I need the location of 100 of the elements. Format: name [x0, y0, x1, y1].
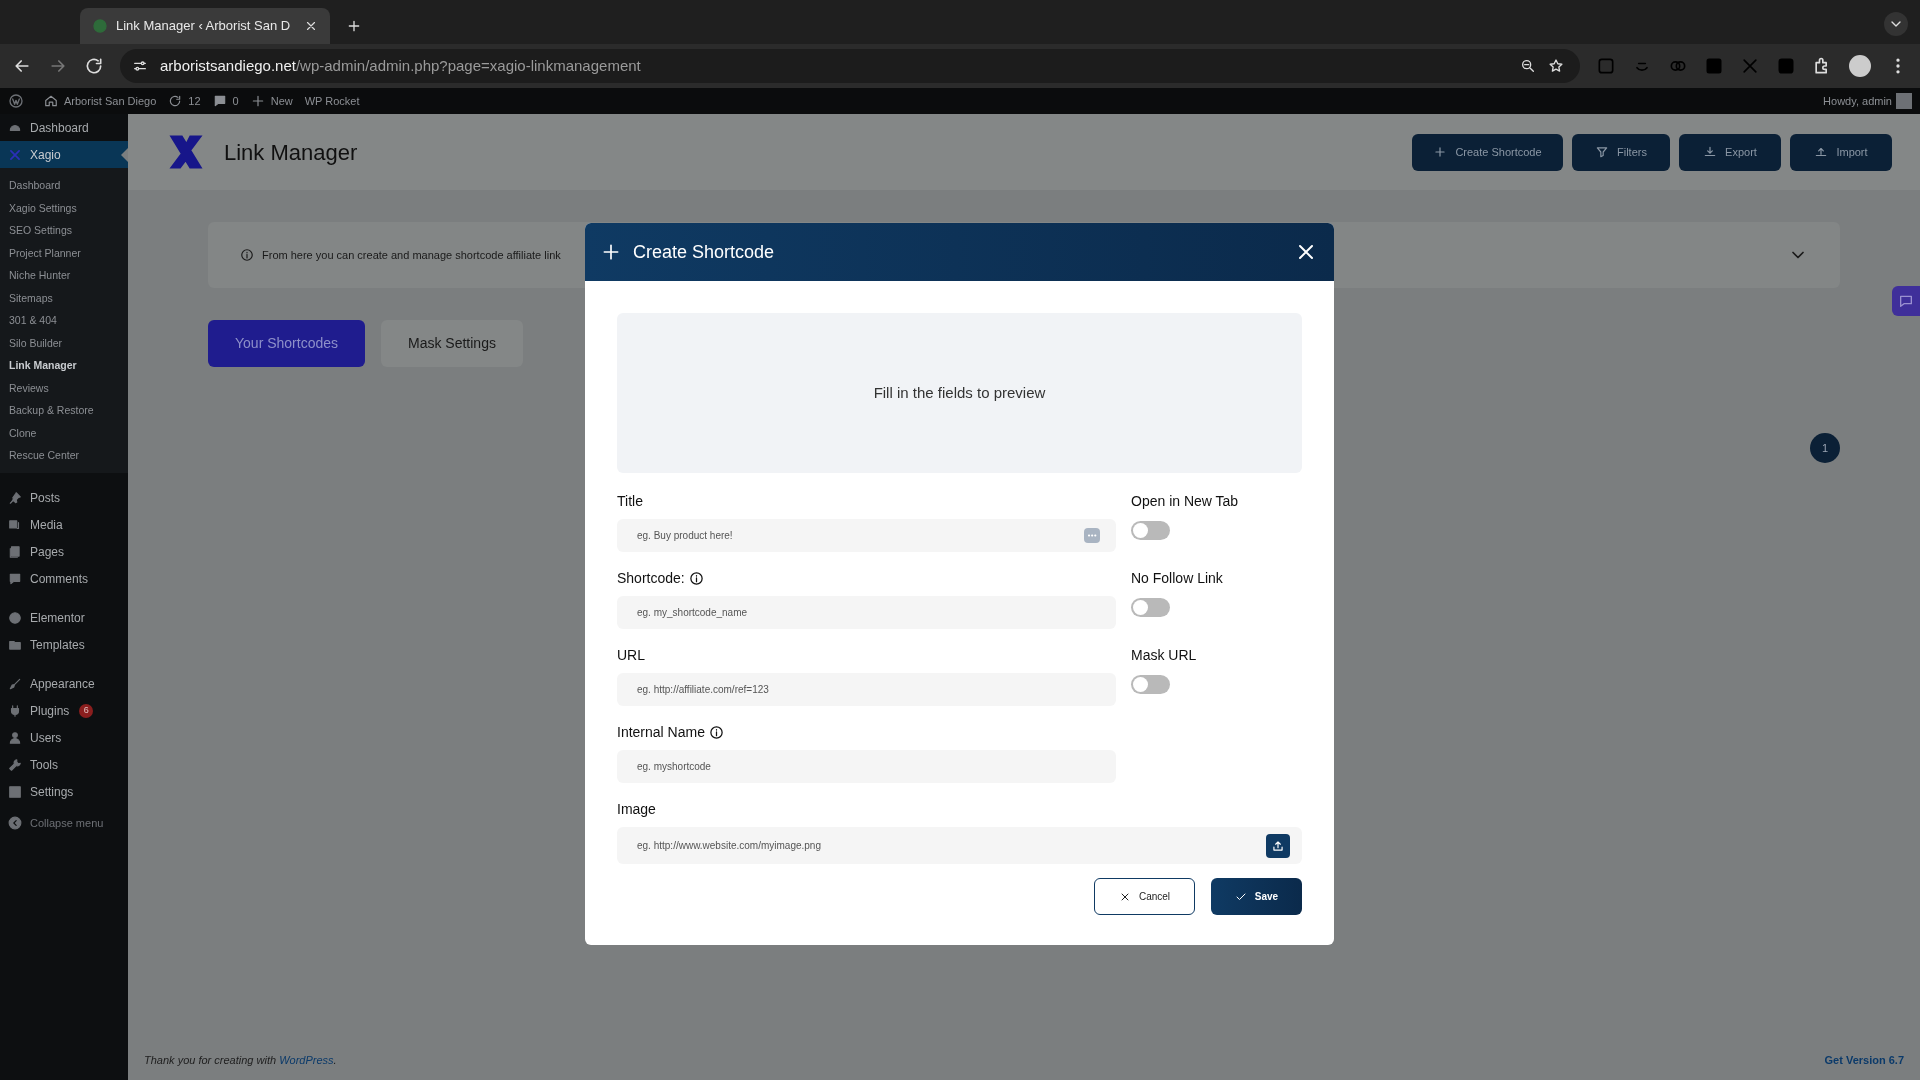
x-logo-icon — [8, 147, 22, 162]
menu-item[interactable]: Xagio — [0, 141, 128, 168]
title-field[interactable]: eg. Buy product here! — [617, 519, 1116, 552]
submenu-item[interactable]: Backup & Restore — [0, 399, 128, 422]
submenu-item[interactable]: Link Manager — [0, 354, 128, 377]
text-field[interactable]: eg. myshortcode — [617, 750, 1116, 783]
menu-item[interactable]: Pages — [0, 538, 128, 566]
toggle-switch[interactable] — [1131, 598, 1170, 617]
menu-item[interactable]: Appearance — [0, 670, 128, 698]
header-button[interactable]: Export — [1679, 133, 1781, 171]
submenu-item[interactable]: Project Planner — [0, 241, 128, 264]
toggle-label: No Follow Link — [1131, 569, 1224, 588]
submenu-item[interactable]: Silo Builder — [0, 331, 128, 354]
menu-item[interactable]: Dashboard — [0, 114, 128, 141]
submenu-item[interactable]: SEO Settings — [0, 219, 128, 242]
menu-item[interactable]: Posts — [0, 484, 128, 512]
collapse-menu-button[interactable]: Collapse menu — [0, 809, 128, 837]
save-button[interactable]: Save — [1211, 878, 1302, 915]
tune-icon[interactable] — [132, 58, 148, 74]
pushpin-icon — [8, 491, 22, 505]
reload-icon[interactable] — [84, 56, 104, 76]
toggle-label: Open in New Tab — [1131, 492, 1240, 511]
menu-item[interactable]: Settings — [0, 778, 128, 806]
updates-link[interactable]: 12 — [168, 92, 201, 110]
menu-item[interactable]: Templates — [0, 631, 128, 659]
tab[interactable]: Mask Settings — [381, 320, 523, 367]
modal-title: Create Shortcode — [633, 240, 776, 264]
browser-tab[interactable]: Link Manager ‹ Arborist San D — [80, 8, 330, 44]
home-icon — [44, 94, 58, 108]
text-field[interactable]: eg. my_shortcode_name — [617, 596, 1116, 629]
chevron-down-icon[interactable] — [1884, 12, 1908, 36]
text-field[interactable]: eg. Buy product here! — [637, 528, 1084, 543]
field-label: Shortcode: — [617, 568, 685, 588]
submenu-item[interactable]: Clone — [0, 421, 128, 444]
refresh-icon — [168, 94, 183, 108]
page-title: Link Manager — [224, 138, 358, 167]
plus-icon — [1433, 145, 1448, 159]
info-icon — [240, 248, 254, 262]
cancel-button[interactable]: Cancel — [1094, 878, 1195, 915]
menu-item[interactable]: Plugins 6 — [0, 697, 128, 725]
tab[interactable]: Your Shortcodes — [208, 320, 365, 367]
comments-link[interactable]: 0 — [212, 92, 239, 110]
site-link[interactable]: Arborist San Diego — [44, 92, 157, 110]
plus-icon — [250, 94, 265, 108]
menu-item[interactable]: Users — [0, 724, 128, 752]
count-badge: 6 — [79, 704, 94, 718]
chat-bubble-icon — [1898, 293, 1914, 309]
close-icon[interactable] — [304, 19, 318, 33]
submenu-item[interactable]: Dashboard — [0, 174, 128, 197]
address-bar[interactable]: arboristsandiego.net/wp-admin/admin.php?page=xagio-linkmanagement — [120, 49, 1580, 83]
upload-icon — [1814, 145, 1829, 159]
comment-icon — [212, 94, 227, 108]
plugin-link[interactable]: WP Rocket — [304, 92, 360, 110]
menu-item[interactable]: Comments — [0, 565, 128, 593]
collapse-icon — [8, 816, 22, 830]
field-label: Title — [617, 491, 643, 511]
toggle-switch[interactable] — [1131, 521, 1170, 540]
folder-icon — [8, 638, 22, 652]
submenu-item[interactable]: 301 & 404 — [0, 309, 128, 332]
submenu-item[interactable]: Reviews — [0, 376, 128, 399]
menu-item[interactable]: Elementor — [0, 604, 128, 632]
text-field[interactable]: eg. http://affiliate.com/ref=123 — [617, 673, 1116, 706]
paintbrush-icon — [8, 677, 22, 691]
info-icon[interactable] — [708, 724, 724, 740]
wrench-icon — [8, 758, 22, 772]
star-icon[interactable] — [1548, 58, 1564, 74]
download-icon — [1703, 145, 1718, 159]
zoom-icon[interactable] — [1520, 58, 1536, 74]
plus-icon[interactable] — [346, 18, 362, 34]
submenu-item[interactable]: Sitemaps — [0, 286, 128, 309]
header-button[interactable]: Filters — [1572, 133, 1670, 171]
field-label: Internal Name — [617, 722, 705, 742]
new-link[interactable]: New — [250, 92, 293, 110]
url-text: arboristsandiego.net/wp-admin/admin.php?page=xagio-linkmanagement — [160, 55, 642, 76]
submenu-item[interactable]: Rescue Center — [0, 444, 128, 467]
field-label: Image — [617, 799, 656, 819]
profile-avatar-icon[interactable] — [1848, 54, 1872, 78]
upload-button[interactable] — [1266, 833, 1290, 858]
notice-text: From here you can create and manage shortcode affiliate link — [262, 247, 561, 263]
filter-icon — [1595, 145, 1609, 159]
menu-item[interactable]: Media — [0, 511, 128, 539]
plug-icon — [8, 704, 22, 718]
submenu-item[interactable]: Xagio Settings — [0, 196, 128, 219]
image-url-field[interactable]: eg. http://www.website.com/myimage.png — [637, 838, 1266, 853]
info-icon[interactable] — [688, 570, 704, 586]
header-button[interactable]: Create Shortcode — [1412, 133, 1563, 171]
feedback-tab[interactable] — [1892, 286, 1920, 316]
tab-title: Link Manager ‹ Arborist San D — [116, 17, 292, 36]
account-link[interactable]: Howdy, admin — [1823, 92, 1892, 110]
header-button[interactable]: Import — [1790, 133, 1892, 171]
page-number-button[interactable]: 1 — [1810, 433, 1840, 463]
wordpress-logo-icon[interactable] — [8, 93, 24, 109]
toggle-label: Mask URL — [1131, 646, 1198, 665]
plus-icon — [601, 242, 621, 262]
toggle-switch[interactable] — [1131, 675, 1170, 694]
submenu-item[interactable]: Niche Hunter — [0, 264, 128, 287]
upload-icon — [1271, 838, 1285, 853]
menu-item[interactable]: Tools — [0, 751, 128, 779]
footer-text: Thank you for creating with WordPress. — [144, 1052, 337, 1068]
image-field[interactable]: eg. http://www.website.com/myimage.png — [617, 827, 1302, 864]
